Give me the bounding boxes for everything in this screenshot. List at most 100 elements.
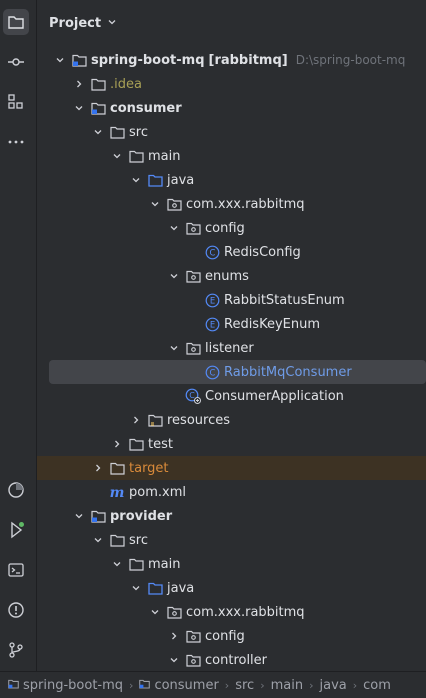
activity-bar	[0, 0, 37, 671]
services-icon[interactable]	[3, 477, 29, 503]
tree-node-label: com.xxx.rabbitmq	[186, 604, 305, 620]
tree-node[interactable]: .idea	[37, 72, 426, 96]
tree-node[interactable]: config	[37, 216, 426, 240]
breadcrumb-separator-icon: ›	[224, 678, 230, 692]
tree-node[interactable]: resources	[37, 408, 426, 432]
tree-node[interactable]: test	[37, 432, 426, 456]
navigation-bar: spring-boot-mq › consumer › src › main › java › co…	[0, 671, 426, 698]
tree-node[interactable]: main	[37, 144, 426, 168]
chevron-down-icon[interactable]	[110, 149, 124, 163]
chevron-right-icon[interactable]	[167, 629, 181, 643]
tree-node[interactable]: E RabbitStatusEnum	[37, 288, 426, 312]
breadcrumb-label: com	[363, 677, 391, 693]
resources-folder-icon	[147, 412, 163, 428]
tree-node-label: config	[205, 628, 245, 644]
tree-node-label: consumer	[110, 100, 182, 116]
panel-title[interactable]: Project	[49, 14, 117, 32]
chevron-down-icon[interactable]	[53, 53, 67, 67]
package-icon	[185, 268, 201, 284]
folder-icon	[90, 76, 106, 92]
chevron-right-icon[interactable]	[110, 437, 124, 451]
chevron-down-icon[interactable]	[167, 341, 181, 355]
chevron-down-icon[interactable]	[129, 173, 143, 187]
tree-node-label: RedisConfig	[224, 244, 301, 260]
breadcrumb-item[interactable]: main	[271, 678, 303, 693]
breadcrumb-item[interactable]: java	[319, 678, 346, 693]
chevron-down-icon[interactable]	[110, 557, 124, 571]
tree-node[interactable]: java	[37, 168, 426, 192]
chevron-down-icon[interactable]	[148, 197, 162, 211]
chevron-down-icon[interactable]	[167, 221, 181, 235]
tree-node[interactable]: C RedisConfig	[37, 240, 426, 264]
breadcrumb-item[interactable]: spring-boot-mq	[8, 678, 123, 693]
tree-node[interactable]: listener	[37, 336, 426, 360]
panel-title-label: Project	[49, 15, 102, 31]
chevron-down-icon[interactable]	[129, 581, 143, 595]
tree-node[interactable]: com.xxx.rabbitmq	[37, 600, 426, 624]
terminal-icon[interactable]	[3, 557, 29, 583]
maven-icon: m	[109, 484, 125, 500]
tree-node-label: java	[167, 580, 195, 596]
breadcrumb-label: src	[235, 677, 255, 693]
tree-node[interactable]: config	[37, 624, 426, 648]
tree-node[interactable]: m pom.xml	[37, 480, 426, 504]
problems-icon[interactable]	[3, 597, 29, 623]
chevron-right-icon[interactable]	[72, 77, 86, 91]
chevron-right-icon[interactable]	[129, 413, 143, 427]
breadcrumb-item[interactable]: consumer	[139, 677, 219, 693]
structure-icon[interactable]	[3, 89, 29, 115]
tree-node[interactable]: C ConsumerApplication	[37, 384, 426, 408]
folder-icon	[109, 124, 125, 140]
tree-node[interactable]: com.xxx.rabbitmq	[37, 192, 426, 216]
tree-node-label: enums	[205, 268, 249, 284]
chevron-down-icon[interactable]	[91, 125, 105, 139]
tree-node[interactable]: E RedisKeyEnum	[37, 312, 426, 336]
package-icon	[185, 340, 201, 356]
chevron-right-icon[interactable]	[91, 461, 105, 475]
chevron-down-icon[interactable]	[167, 269, 181, 283]
module-badge: [rabbitmq]	[208, 52, 288, 68]
tree-node-label: listener	[205, 340, 254, 356]
tree-node[interactable]: enums	[37, 264, 426, 288]
source-folder-icon	[147, 580, 163, 596]
tree-node[interactable]: consumer	[37, 96, 426, 120]
tree-node[interactable]: target	[37, 456, 426, 480]
chevron-down-icon[interactable]	[167, 653, 181, 667]
run-icon[interactable]	[3, 517, 29, 543]
tree-node-label: spring-boot-mq	[91, 52, 205, 68]
breadcrumb-label: main	[270, 677, 304, 693]
tree-node[interactable]: src	[37, 120, 426, 144]
tree-node[interactable]: main	[37, 552, 426, 576]
chevron-down-icon[interactable]	[72, 509, 86, 523]
commit-icon[interactable]	[3, 49, 29, 75]
tree-node[interactable]: C RabbitMqConsumer	[49, 360, 426, 384]
chevron-down-icon[interactable]	[148, 605, 162, 619]
tree-node-label: main	[148, 148, 181, 164]
breadcrumb-label: consumer	[154, 677, 219, 693]
project-path: D:\spring-boot-mq	[295, 53, 406, 67]
tree-node[interactable]: spring-boot-mq [rabbitmq] D:\spring-boot-m…	[37, 48, 426, 72]
tree-node[interactable]: java	[37, 576, 426, 600]
package-icon	[166, 604, 182, 620]
breadcrumb-item[interactable]: com	[363, 678, 391, 693]
tree-node[interactable]: controller	[37, 648, 426, 671]
chevron-down-icon[interactable]	[72, 101, 86, 115]
package-icon	[166, 196, 182, 212]
svg-text:C: C	[209, 248, 215, 258]
breadcrumb-item[interactable]: src	[235, 678, 254, 693]
tree-node-label: ConsumerApplication	[205, 388, 344, 404]
tree-node[interactable]: src	[37, 528, 426, 552]
folder-icon	[128, 148, 144, 164]
project-folder-icon[interactable]	[3, 9, 29, 35]
tree-node[interactable]: provider	[37, 504, 426, 528]
tree-node-label: provider	[110, 508, 173, 524]
chevron-down-icon[interactable]	[91, 533, 105, 547]
more-icon[interactable]	[3, 129, 29, 155]
git-icon[interactable]	[3, 637, 29, 663]
tree-node-label: RabbitMqConsumer	[224, 364, 352, 380]
breadcrumb-separator-icon: ›	[309, 678, 314, 692]
svg-text:m: m	[110, 485, 125, 500]
